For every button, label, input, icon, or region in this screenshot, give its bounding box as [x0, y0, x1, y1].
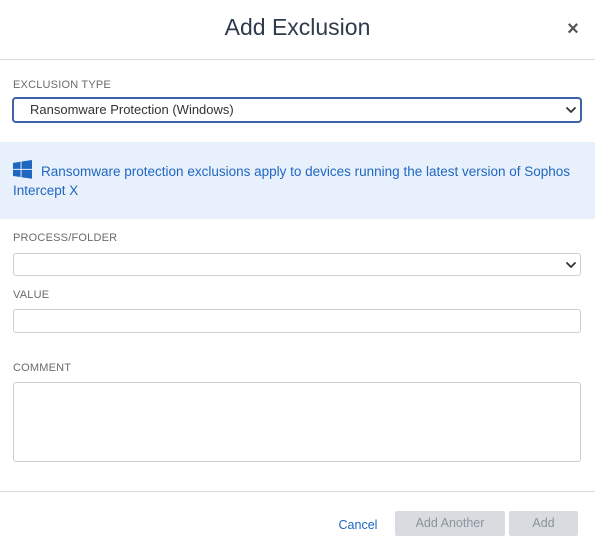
comment-label: COMMENT [13, 362, 72, 374]
exclusion-type-value: Ransomware Protection (Windows) [30, 102, 234, 117]
dialog-header: Add Exclusion × [0, 0, 595, 60]
chevron-down-icon [566, 107, 576, 113]
process-folder-select[interactable] [13, 253, 581, 276]
dialog-title: Add Exclusion [224, 14, 371, 40]
process-folder-label: PROCESS/FOLDER [13, 232, 118, 244]
exclusion-type-label: EXCLUSION TYPE [13, 79, 111, 91]
comment-textarea[interactable] [13, 382, 581, 462]
exclusion-type-select[interactable]: Ransomware Protection (Windows) [13, 98, 581, 122]
footer-divider [0, 491, 595, 492]
info-text: Ransomware protection exclusions apply t… [13, 164, 571, 198]
chevron-down-icon [566, 262, 576, 268]
info-banner: Ransomware protection exclusions apply t… [0, 142, 595, 219]
close-icon[interactable]: × [563, 18, 583, 40]
add-another-button[interactable]: Add Another [395, 511, 505, 536]
cancel-button[interactable]: Cancel [334, 513, 382, 538]
value-input[interactable] [13, 309, 581, 333]
add-button[interactable]: Add [509, 511, 578, 536]
value-label: VALUE [13, 289, 50, 301]
add-exclusion-dialog: Add Exclusion × EXCLUSION TYPE Ransomwar… [0, 0, 595, 552]
